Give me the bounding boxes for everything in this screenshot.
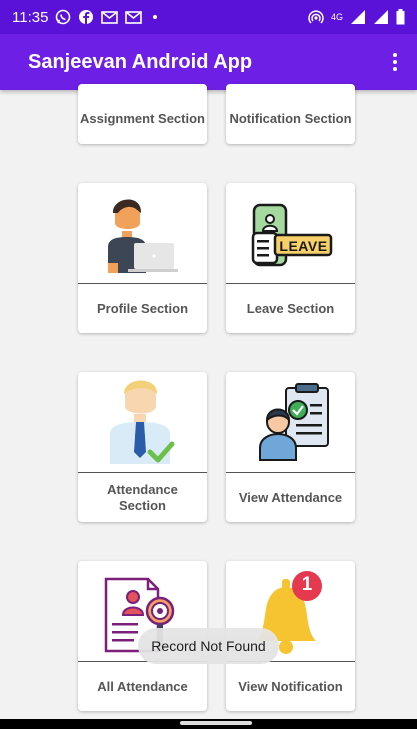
card-label: Assignment Section (80, 111, 205, 126)
assignment-section-card[interactable]: Assignment Section (78, 84, 207, 144)
home-gesture-handle[interactable] (180, 721, 252, 725)
card-label: All Attendance (97, 678, 188, 694)
leave-badge-text: LEAVE (279, 238, 328, 254)
gmail-icon (125, 10, 143, 24)
status-bar: 11:35 4G (0, 0, 417, 34)
notification-section-card[interactable]: Notification Section (226, 84, 355, 144)
app-bar: Sanjeevan Android App (0, 34, 417, 90)
dot-indicator (153, 15, 158, 19)
card-label: Notification Section (229, 111, 352, 126)
card-label: View Notification (238, 678, 343, 694)
app-title: Sanjeevan Android App (28, 50, 253, 73)
toast-message: Record Not Found (138, 628, 279, 664)
card-label: View Attendance (238, 489, 343, 505)
card-label: Leave Section (246, 300, 335, 316)
facebook-icon (79, 10, 94, 24)
network-type: 4G (330, 12, 343, 22)
system-nav-bar (0, 719, 417, 729)
gmail-icon (101, 10, 119, 24)
status-time: 11:35 (12, 8, 49, 26)
profile-illustration (78, 183, 207, 283)
view-attendance-card[interactable]: View Attendance (226, 372, 355, 522)
battery-icon (396, 9, 405, 25)
profile-section-card[interactable]: Profile Section (78, 183, 207, 333)
signal-icon (374, 10, 388, 24)
view-attendance-illustration (226, 372, 355, 472)
hotspot-icon (308, 10, 324, 24)
overflow-menu-icon[interactable] (385, 50, 405, 74)
leave-section-card[interactable]: LEAVE Leave Section (226, 183, 355, 333)
attendance-section-card[interactable]: Attendance Section (78, 372, 207, 522)
card-label: Attendance Section (107, 481, 178, 513)
card-label: Profile Section (96, 300, 189, 316)
leave-illustration: LEAVE (226, 183, 355, 283)
whatsapp-icon (56, 9, 71, 25)
signal-icon (351, 10, 365, 24)
notification-count-badge: 1 (301, 574, 313, 595)
attendance-illustration (78, 372, 207, 472)
